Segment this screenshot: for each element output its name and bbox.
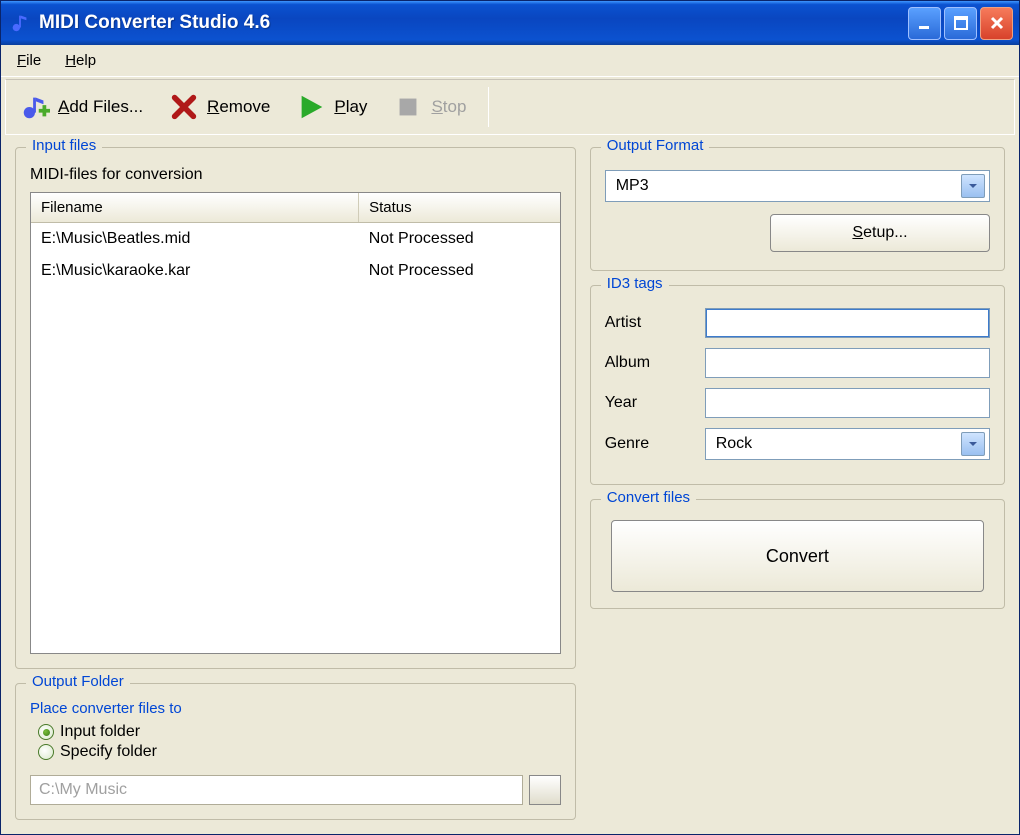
window-controls	[908, 7, 1013, 40]
menubar: File Help	[1, 45, 1019, 77]
browse-button[interactable]	[529, 775, 561, 805]
chevron-down-icon	[961, 432, 985, 456]
radio-icon	[38, 744, 54, 760]
year-row: Year	[605, 388, 990, 418]
stop-button[interactable]: Stop	[389, 88, 480, 126]
genre-value: Rock	[716, 435, 752, 453]
maximize-button[interactable]	[944, 7, 977, 40]
output-folder-group: Output Folder Place converter files to I…	[15, 683, 576, 820]
output-format-select[interactable]: MP3	[605, 170, 990, 202]
album-input[interactable]	[705, 348, 990, 378]
remove-label: Remove	[207, 97, 270, 117]
radio-input-folder-label: Input folder	[60, 723, 140, 741]
id3-tags-group: ID3 tags Artist Album Year Genre Rock	[590, 285, 1005, 485]
output-folder-subtitle: Place converter files to	[30, 700, 561, 717]
convert-label: Convert	[766, 546, 829, 567]
convert-button[interactable]: Convert	[611, 520, 984, 592]
toolbar: Add Files... Remove Play Stop	[5, 79, 1015, 135]
table-row[interactable]: E:\Music\karaoke.kar Not Processed	[31, 255, 560, 287]
app-icon	[9, 12, 31, 34]
menu-file[interactable]: File	[7, 48, 51, 73]
album-row: Album	[605, 348, 990, 378]
play-label: Play	[334, 97, 367, 117]
output-format-value: MP3	[616, 177, 649, 195]
close-button[interactable]	[980, 7, 1013, 40]
window-title: MIDI Converter Studio 4.6	[39, 12, 908, 34]
genre-select[interactable]: Rock	[705, 428, 990, 460]
output-path-row	[30, 775, 561, 805]
stop-icon	[393, 92, 423, 122]
artist-row: Artist	[605, 308, 990, 338]
column-filename[interactable]: Filename	[31, 193, 359, 222]
artist-label: Artist	[605, 314, 695, 332]
output-path-input[interactable]	[30, 775, 523, 805]
file-list-body: E:\Music\Beatles.mid Not Processed E:\Mu…	[31, 223, 560, 653]
radio-input-folder[interactable]: Input folder	[38, 723, 561, 741]
output-folder-title: Output Folder	[26, 673, 130, 690]
remove-button[interactable]: Remove	[165, 88, 284, 126]
cell-status: Not Processed	[359, 227, 560, 251]
convert-group: Convert files Convert	[590, 499, 1005, 609]
setup-button[interactable]: Setup...	[770, 214, 990, 252]
column-status[interactable]: Status	[359, 193, 560, 222]
app-window: MIDI Converter Studio 4.6 File Help Add …	[0, 0, 1020, 835]
content-area: Input files MIDI-files for conversion Fi…	[1, 137, 1019, 834]
cell-filename: E:\Music\Beatles.mid	[31, 227, 359, 251]
file-list-header: Filename Status	[31, 193, 560, 223]
id3-title: ID3 tags	[601, 275, 669, 292]
remove-icon	[169, 92, 199, 122]
file-list[interactable]: Filename Status E:\Music\Beatles.mid Not…	[30, 192, 561, 654]
genre-label: Genre	[605, 435, 695, 453]
left-column: Input files MIDI-files for conversion Fi…	[15, 147, 576, 820]
input-files-subtitle: MIDI-files for conversion	[30, 166, 561, 184]
year-label: Year	[605, 394, 695, 412]
right-column: Output Format MP3 Setup... ID3 tags Arti…	[590, 147, 1005, 820]
minimize-button[interactable]	[908, 7, 941, 40]
add-files-label: Add Files...	[58, 97, 143, 117]
play-icon	[296, 92, 326, 122]
setup-label: Setup...	[852, 224, 907, 242]
radio-icon	[38, 724, 54, 740]
convert-title: Convert files	[601, 489, 696, 506]
genre-row: Genre Rock	[605, 428, 990, 460]
cell-status: Not Processed	[359, 259, 560, 283]
output-format-title: Output Format	[601, 137, 710, 154]
add-files-button[interactable]: Add Files...	[16, 88, 157, 126]
stop-label: Stop	[431, 97, 466, 117]
output-format-group: Output Format MP3 Setup...	[590, 147, 1005, 271]
add-files-icon	[20, 92, 50, 122]
play-button[interactable]: Play	[292, 88, 381, 126]
chevron-down-icon	[961, 174, 985, 198]
radio-specify-folder-label: Specify folder	[60, 743, 157, 761]
table-row[interactable]: E:\Music\Beatles.mid Not Processed	[31, 223, 560, 255]
year-input[interactable]	[705, 388, 990, 418]
cell-filename: E:\Music\karaoke.kar	[31, 259, 359, 283]
menu-help[interactable]: Help	[55, 48, 106, 73]
titlebar: MIDI Converter Studio 4.6	[1, 1, 1019, 45]
radio-specify-folder[interactable]: Specify folder	[38, 743, 561, 761]
input-files-group: Input files MIDI-files for conversion Fi…	[15, 147, 576, 669]
toolbar-separator	[488, 87, 489, 127]
input-files-title: Input files	[26, 137, 102, 154]
artist-input[interactable]	[705, 308, 990, 338]
album-label: Album	[605, 354, 695, 372]
